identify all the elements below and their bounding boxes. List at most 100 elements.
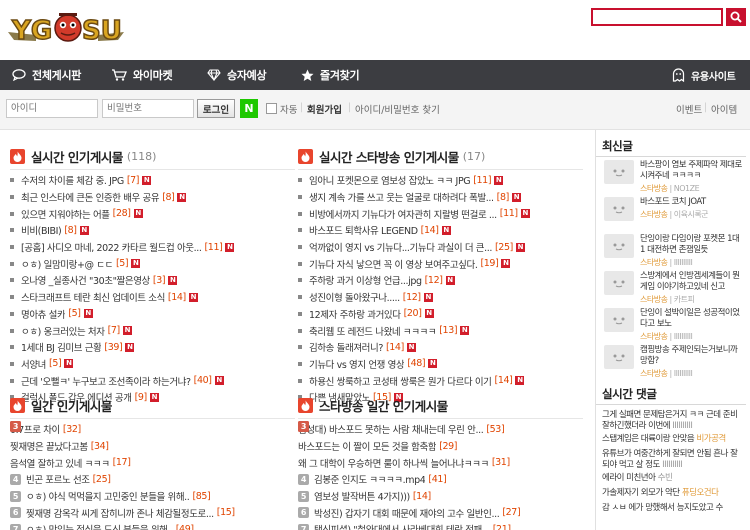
nav-prediction[interactable]: 승자예상 bbox=[207, 60, 267, 90]
list-item[interactable]: 4 김봉준 인지도 ㅋㅋㅋㅋ.mp4 [41] bbox=[298, 471, 588, 488]
list-item[interactable]: 오나영 _실종사건 "30초"짤은영상 [3] N bbox=[10, 272, 300, 289]
list-item[interactable]: 임아니 포켓몬으로 염보성 잡았노 ㅋㅋ JPG [11] N bbox=[298, 172, 588, 189]
list-item[interactable]: 생지 계속 가를 쓰고 웃는 얼굴로 대하려다 폭발... [8] N bbox=[298, 189, 588, 206]
list-item[interactable]: 5 ㅇㅎ) 야식 먹먹을지 고민중인 분들을 위해.. [85] bbox=[10, 488, 300, 505]
post-title[interactable]: 수저의 차이를 체감 중. JPG bbox=[21, 173, 124, 187]
list-item[interactable]: 비방에서까지 기뉴다가 여자관히 지랄병 떤걸로 ... [11] N bbox=[298, 205, 588, 222]
post-title[interactable]: 기뉴다 자식 낳으면 꼭 이 영상 보여주고싶다. bbox=[309, 257, 477, 271]
list-item[interactable]: 하용신 쌍룩하고 코성태 쌍룩은 뭔가 다르다 이기 [14] N bbox=[298, 372, 588, 389]
list-item[interactable]: 5 염보성 발작버튼 4가지))) [14] bbox=[298, 488, 588, 505]
list-item[interactable]: 바스포드 퇴학사유 LEGEND [14] N bbox=[298, 222, 588, 239]
comment-item[interactable]: 스탭계임은 대륙이랑 안맞음 비가공격 bbox=[602, 434, 744, 445]
list-item[interactable]: 1김성대) 바스포드 못하는 사람 채내는데 우린 안...[53] bbox=[298, 421, 588, 438]
list-item[interactable]: 김하송 돌래져러니? [14] N bbox=[298, 339, 588, 356]
post-title[interactable]: 성진이형 돌아왔구나..... bbox=[309, 290, 400, 304]
list-item[interactable]: 명아츄 설카 [5] N bbox=[10, 306, 300, 323]
nav-useful-sites[interactable]: 유용사이트 bbox=[672, 60, 736, 90]
nav-favorites[interactable]: 즐겨찾기 bbox=[301, 60, 360, 90]
post-title[interactable]: 염보성 발작버튼 4가지))) bbox=[314, 489, 410, 503]
search-button[interactable] bbox=[726, 8, 746, 26]
recent-post[interactable]: 스방계에서 인방겜세계들이 뭔게임 이야기하고있네 신고 스타방송 | 카트피 bbox=[604, 271, 744, 307]
list-item[interactable]: 12제자 주하랑 과거있다 [20] N bbox=[298, 306, 588, 323]
post-title[interactable]: 스타크래프트 테란 최신 업데이트 소식 bbox=[21, 290, 165, 304]
recent-post[interactable]: 캠핑방송 주제인되는거보니까 망함? 스타방송 | IIIIIIIIII bbox=[604, 345, 744, 381]
post-title[interactable]: ㅇㅎ) 옹크러있는 처자 bbox=[21, 324, 105, 338]
post-title[interactable]: ㅇㅎ) 야식 먹먹을지 고민중인 분들을 위해.. bbox=[26, 489, 189, 503]
post-title[interactable]: 최근 인스타에 큰돈 인증한 배우 공유 bbox=[21, 190, 159, 204]
list-item[interactable]: 억까없이 영지 vs 기뉴다...기뉴다 과실이 더 큰... [25] N bbox=[298, 239, 588, 256]
list-item[interactable]: 최근 인스타에 큰돈 인증한 배우 공유 [8] N bbox=[10, 189, 300, 206]
post-title[interactable]: 생지 계속 가를 쓰고 웃는 얼굴로 대하려다 폭발... bbox=[309, 190, 494, 204]
list-item[interactable]: [공홈] 사디오 마네, 2022 카타르 월드컵 아웃... [11] N bbox=[10, 239, 300, 256]
post-title[interactable]: [공홈] 사디오 마네, 2022 카타르 월드컵 아웃... bbox=[21, 240, 202, 254]
comment-item[interactable]: 그게 실패면 문제탐은거지 ㅋㅋ 근데 준비잘하긴했더라 이번에 IIIIIII… bbox=[602, 410, 744, 432]
recent-post-title[interactable]: 바스팡이 염보 주제파악 제대로 시켜주네 ㅋㅋㅋㅋ bbox=[640, 160, 744, 182]
event-link[interactable]: 이벤트 bbox=[676, 102, 702, 116]
list-item[interactable]: ㅇㅎ) 일맘미랑+@ ㄷㄷ [5] N bbox=[10, 255, 300, 272]
list-item[interactable]: 서양녀 [5] N bbox=[10, 356, 300, 373]
post-title[interactable]: 주하랑 과거 이상형 언급...jpg bbox=[309, 273, 422, 287]
recent-post-text[interactable]: 스방계에서 인방겜세계들이 뭔게임 이야기하고있네 신고 스타방송 | 카트피 bbox=[640, 271, 744, 305]
recent-post[interactable]: 단잉이랑 다임이랑 포켓몬 1대1 대전하면 존잼일듯 스타방송 | IIIIII… bbox=[604, 234, 744, 270]
post-title[interactable]: 기뉴다 vs 영지 언쟁 영상 bbox=[309, 357, 404, 371]
post-title[interactable]: 하용신 쌍룩하고 코성태 쌍룩은 뭔가 다르다 이기 bbox=[309, 374, 492, 388]
post-title[interactable]: 김하송 돌래져러니? bbox=[309, 340, 383, 354]
list-item[interactable]: 6 박성진) 갑자기 대회 때문에 재야의 고수 일반인... [27] bbox=[298, 504, 588, 521]
recent-post[interactable]: 바스팡이 염보 주제파악 제대로 시켜주네 ㅋㅋㅋㅋ 스타방송 | NO1ZE bbox=[604, 160, 744, 196]
list-item[interactable]: 6 찢재명 감옥각 씨게 잡히니까 존나 체감될정도로... [15] bbox=[10, 504, 300, 521]
login-button[interactable]: 로그인 bbox=[197, 99, 235, 118]
recent-post-title[interactable]: 스방계에서 인방겜세계들이 뭔게임 이야기하고있네 신고 bbox=[640, 271, 744, 293]
list-item[interactable]: 3 음석열 잘하고 있네 ㅋㅋㅋ [17] bbox=[10, 421, 300, 471]
comment-text[interactable]: 에라이 미친년아 bbox=[602, 473, 658, 483]
item-link[interactable]: 아이템 bbox=[711, 102, 737, 116]
list-item[interactable]: 스타크래프트 테란 최신 업데이트 소식 [14] N bbox=[10, 289, 300, 306]
comment-text[interactable]: 스탭계임은 대륙이랑 안맞음 bbox=[602, 434, 696, 444]
post-title[interactable]: 1세대 BJ 김미브 근황 bbox=[21, 340, 101, 354]
list-item[interactable]: 축리웹 또 레전드 나왔네 ㅋㅋㅋㅋ [13] N bbox=[298, 322, 588, 339]
post-title[interactable]: 명아츄 설카 bbox=[21, 307, 65, 321]
recent-post-title[interactable]: 바스포드 코치 JOAT bbox=[640, 197, 744, 208]
post-title[interactable]: 택신피셜) "철와대에서 사라베대회 테란 전패... bbox=[314, 522, 490, 530]
post-title[interactable]: 왜 그 대학이 우승하면 룰이 하나씩 늘어나냐ㅋㅋㅋ bbox=[298, 456, 489, 470]
comment-item[interactable]: 에라이 미친년아 수빈 bbox=[602, 473, 744, 484]
list-item[interactable]: 있으면 지워야하는 어플 [28] N bbox=[10, 205, 300, 222]
list-item[interactable]: 성진이형 돌아왔구나..... [12] N bbox=[298, 289, 588, 306]
post-title[interactable]: 억까없이 영지 vs 기뉴다...기뉴다 과실이 더 큰... bbox=[309, 240, 492, 254]
post-title[interactable]: ㅇㅎ) 일맘미랑+@ ㄷㄷ bbox=[21, 257, 113, 271]
post-title[interactable]: 김봉준 인지도 ㅋㅋㅋㅋ.mp4 bbox=[314, 472, 425, 486]
recent-post[interactable]: 단잉이 설박이일은 성공적이었다고 보노 스타방송 | IIIIIIIIII bbox=[604, 308, 744, 344]
recent-post-text[interactable]: 캠핑방송 주제인되는거보니까 망함? 스타방송 | IIIIIIIIII bbox=[640, 345, 744, 379]
list-item[interactable]: 1세대 BJ 김미브 근황 [39] N bbox=[10, 339, 300, 356]
list-item[interactable]: 10.7프로 차이[32] bbox=[10, 421, 300, 438]
post-title[interactable]: 찢재명 감옥각 씨게 잡히니까 존나 체감될정도로... bbox=[26, 506, 214, 520]
post-title[interactable]: 빈곤 포르노 선조 bbox=[26, 472, 90, 486]
post-title[interactable]: 서양녀 bbox=[21, 357, 46, 371]
list-item[interactable]: 기뉴다 자식 낳으면 꼭 이 영상 보여주고싶다. [19] N bbox=[298, 255, 588, 272]
comment-item[interactable]: 유튜브가 여중간하게 잘되면 안됨 흔나 잘되야 먹고 살 정도 IIIIIII… bbox=[602, 449, 744, 471]
naver-login-button[interactable]: N bbox=[240, 99, 258, 118]
id-input[interactable] bbox=[6, 99, 98, 118]
post-title[interactable]: 12제자 주하랑 과거있다 bbox=[309, 307, 401, 321]
post-title[interactable]: 비방에서까지 기뉴다가 여자관히 지랄병 떤걸로 ... bbox=[309, 207, 497, 221]
post-title[interactable]: 비비(BIBI) bbox=[21, 223, 61, 237]
post-title[interactable]: 임아니 포켓몬으로 염보성 잡았노 ㅋㅋ JPG bbox=[309, 173, 470, 187]
nav-market[interactable]: 와이마켓 bbox=[111, 60, 173, 90]
post-title[interactable]: 바스포드는 이 짤이 모든 것을 함축함 bbox=[298, 439, 436, 453]
post-title[interactable]: 김성대) 바스포드 못하는 사람 채내는데 우린 안... bbox=[298, 422, 483, 436]
nav-all-boards[interactable]: 전체게시판 bbox=[12, 60, 81, 90]
search-input[interactable] bbox=[591, 8, 723, 26]
list-item[interactable]: 근데 '오뻘ㅋ' 누구보고 조선족이라 하는거냐? [40] N bbox=[10, 372, 300, 389]
list-item[interactable]: 2찢재명은 끝났다고봄[34] bbox=[10, 421, 300, 455]
recent-post-text[interactable]: 단잉이 설박이일은 성공적이었다고 보노 스타방송 | IIIIIIIIII bbox=[640, 308, 744, 342]
post-title[interactable]: 축리웹 또 레전드 나왔네 ㅋㅋㅋㅋ bbox=[309, 324, 436, 338]
list-item[interactable]: 2바스포드는 이 짤이 모든 것을 함축함[29] bbox=[298, 421, 588, 455]
list-item[interactable]: 기뉴다 vs 영지 언쟁 영상 [48] N bbox=[298, 356, 588, 373]
list-item[interactable]: ㅇㅎ) 옹크러있는 처자 [7] N bbox=[10, 322, 300, 339]
comment-text[interactable]: 가솔제자기 외모가 약단 bbox=[602, 488, 682, 498]
post-title[interactable]: ㅇㅎ) 맛있는 점심을 드신 분들을 위해.. bbox=[26, 522, 173, 530]
recent-post-title[interactable]: 단잉이 설박이일은 성공적이었다고 보노 bbox=[640, 308, 744, 330]
site-logo[interactable]: YG SU bbox=[6, 6, 128, 48]
recent-post-text[interactable]: 바스포드 코치 JOAT 스타방송 | 이육시록군 bbox=[640, 197, 744, 220]
list-item[interactable]: 7 택신피셜) "철와대에서 사라베대회 테란 전패...[21] bbox=[298, 521, 588, 530]
auto-login-checkbox[interactable] bbox=[266, 103, 277, 114]
